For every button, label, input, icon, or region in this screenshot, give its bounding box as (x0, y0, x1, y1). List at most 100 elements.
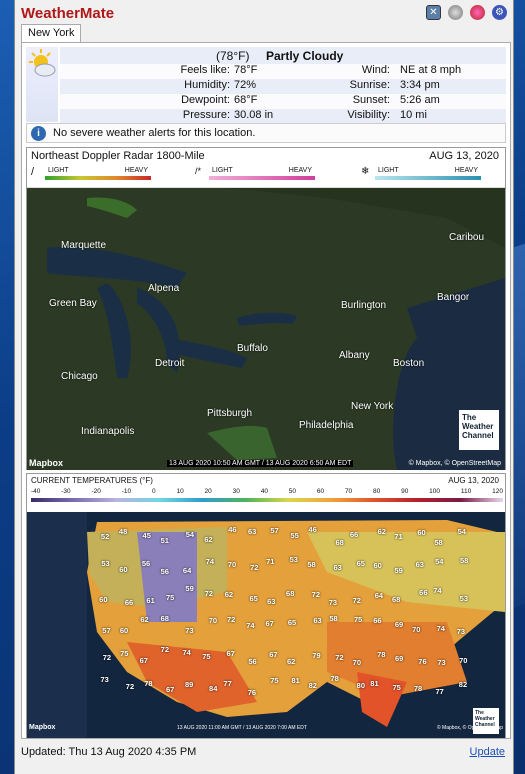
condition-row: (78°F) Partly Cloudy (60, 47, 506, 64)
temperature-reading: 54 (435, 557, 444, 567)
temperature-reading: 73 (437, 657, 446, 667)
dewpoint-value: 68°F (234, 94, 258, 106)
sunset-label: Sunset: (352, 94, 390, 106)
mix-icon: /* (195, 166, 202, 176)
scale-tick: 90 (401, 488, 409, 495)
temperature-reading: 74 (205, 557, 215, 567)
temperature-reading: 58 (459, 555, 469, 565)
temperature-reading: 72 (335, 653, 344, 663)
temperature-reading: 61 (146, 596, 155, 606)
humidity-label: Humidity: (184, 79, 230, 91)
tab-location[interactable]: New York (21, 24, 82, 42)
legend-heavy: HEAVY (454, 167, 478, 174)
temperature-reading: 73 (185, 625, 194, 635)
mapbox-logo: Mapbox (29, 458, 64, 468)
city-label: Philadelphia (299, 420, 354, 431)
temperature-reading: 60 (99, 594, 108, 604)
detail-row: Dewpoint: 68°F Sunset: 5:26 am (60, 94, 506, 109)
scale-tick: 40 (260, 488, 268, 495)
temperature-reading: 62 (204, 534, 213, 544)
temperature-reading: 78 (413, 684, 423, 694)
temperature-reading: 56 (248, 656, 257, 666)
radar-map[interactable]: Marquette Caribou Alpena Green Bay Burli… (27, 188, 505, 470)
feels-like-label: Feels like: (180, 64, 230, 76)
temperature-reading: 60 (119, 564, 128, 574)
radar-title: Northeast Doppler Radar 1800-Mile (31, 150, 205, 162)
temperature-reading: 54 (457, 527, 466, 537)
temperature-reading: 70 (412, 624, 421, 634)
temperature-reading: 81 (291, 676, 300, 686)
temperature-reading: 77 (435, 686, 444, 696)
temperature-value: (78°F) (216, 49, 250, 63)
scale-tick: 50 (288, 488, 297, 495)
temperature-reading: 72 (160, 644, 169, 654)
temperature-reading: 89 (185, 680, 194, 690)
temperature-reading: 74 (246, 620, 255, 630)
legend-light: LIGHT (378, 167, 399, 174)
temperature-reading: 53 (289, 555, 298, 565)
current-conditions: (78°F) Partly Cloudy Feels like: 78°F Win… (26, 47, 506, 124)
temperature-map-panel[interactable]: CURRENT TEMPERATURES (°F) AUG 13, 2020 -… (26, 473, 506, 738)
temperature-reading: 73 (456, 627, 466, 637)
scale-tick: -10 (121, 488, 132, 495)
temperature-reading: 75 (202, 652, 211, 662)
temperature-reading: 64 (374, 590, 384, 600)
temperature-reading: 75 (270, 676, 279, 686)
visibility-label: Visibility: (347, 109, 390, 121)
temperature-map[interactable]: Mapbox 13 AUG 2020 11:00 AM GMT / 13 AUG… (27, 512, 505, 738)
partly-cloudy-icon (26, 47, 58, 122)
temperature-reading: 63 (247, 527, 257, 537)
scale-tick: 20 (204, 488, 212, 495)
update-link[interactable]: Update (470, 746, 505, 758)
temperature-reading: 62 (224, 589, 234, 599)
temperature-reading: 68 (335, 537, 344, 547)
refresh-icon[interactable] (448, 5, 463, 20)
scale-tick: 110 (460, 488, 472, 495)
temperature-reading: 73 (100, 675, 109, 685)
temperature-reading: 62 (377, 526, 386, 536)
app-window: WeatherMate ✕ ⚙ New York (78°F) Partly C… (14, 0, 514, 774)
temperature-reading: 74 (433, 586, 442, 596)
scale-tick: -40 (31, 488, 41, 495)
title-bar: WeatherMate ✕ ⚙ (15, 0, 513, 26)
temperature-reading: 66 (373, 615, 382, 625)
pressure-label: Pressure: (182, 109, 230, 121)
temperature-title: CURRENT TEMPERATURES (°F) (31, 476, 153, 485)
temperature-reading: 73 (328, 597, 338, 607)
city-label: Boston (393, 358, 425, 369)
scale-tick: 70 (344, 488, 353, 495)
close-location-icon[interactable]: ✕ (426, 5, 441, 20)
temperature-reading: 60 (373, 560, 382, 570)
temperature-timestamp: 13 AUG 2020 11:00 AM GMT / 13 AUG 2020 7… (177, 725, 307, 731)
pressure-value: 30.08 in (234, 109, 274, 121)
scale-tick: -30 (61, 488, 71, 495)
temperature-reading: 67 (139, 656, 148, 666)
weather-channel-logo: The Weather Channel (473, 708, 499, 734)
temperature-reading: 67 (166, 684, 175, 694)
radar-map-panel[interactable]: Northeast Doppler Radar 1800-Mile AUG 13… (26, 147, 506, 470)
alerts-icon[interactable] (470, 5, 485, 20)
sunrise-label: Sunrise: (349, 79, 390, 91)
city-label: Detroit (155, 358, 185, 369)
condition-text: Partly Cloudy (266, 49, 344, 63)
temperature-reading: 65 (249, 594, 258, 604)
temperature-reading: 72 (352, 596, 361, 606)
rain-legend: / LIGHT HEAVY (31, 166, 171, 182)
scale-tick: 10 (176, 488, 184, 495)
city-label: Green Bay (49, 298, 97, 309)
city-label: Chicago (61, 371, 98, 382)
detail-row: Pressure: 30.08 in Visibility: 10 mi (60, 109, 506, 124)
city-label: New York (351, 401, 394, 412)
temperature-reading: 77 (223, 679, 232, 689)
temperature-reading: 62 (140, 614, 149, 624)
temperature-reading: 69 (394, 619, 404, 629)
scale-tick: -20 (91, 488, 101, 495)
temperature-reading: 63 (333, 563, 342, 573)
temperature-reading: 59 (394, 565, 403, 575)
temperature-reading: 70 (459, 655, 468, 665)
snow-icon: ❄ (361, 166, 370, 177)
detail-row: Humidity: 72% Sunrise: 3:34 pm (60, 79, 506, 94)
temperature-reading: 67 (226, 649, 235, 659)
temperature-reading: 64 (182, 566, 192, 576)
settings-gear-icon[interactable]: ⚙ (492, 5, 507, 20)
